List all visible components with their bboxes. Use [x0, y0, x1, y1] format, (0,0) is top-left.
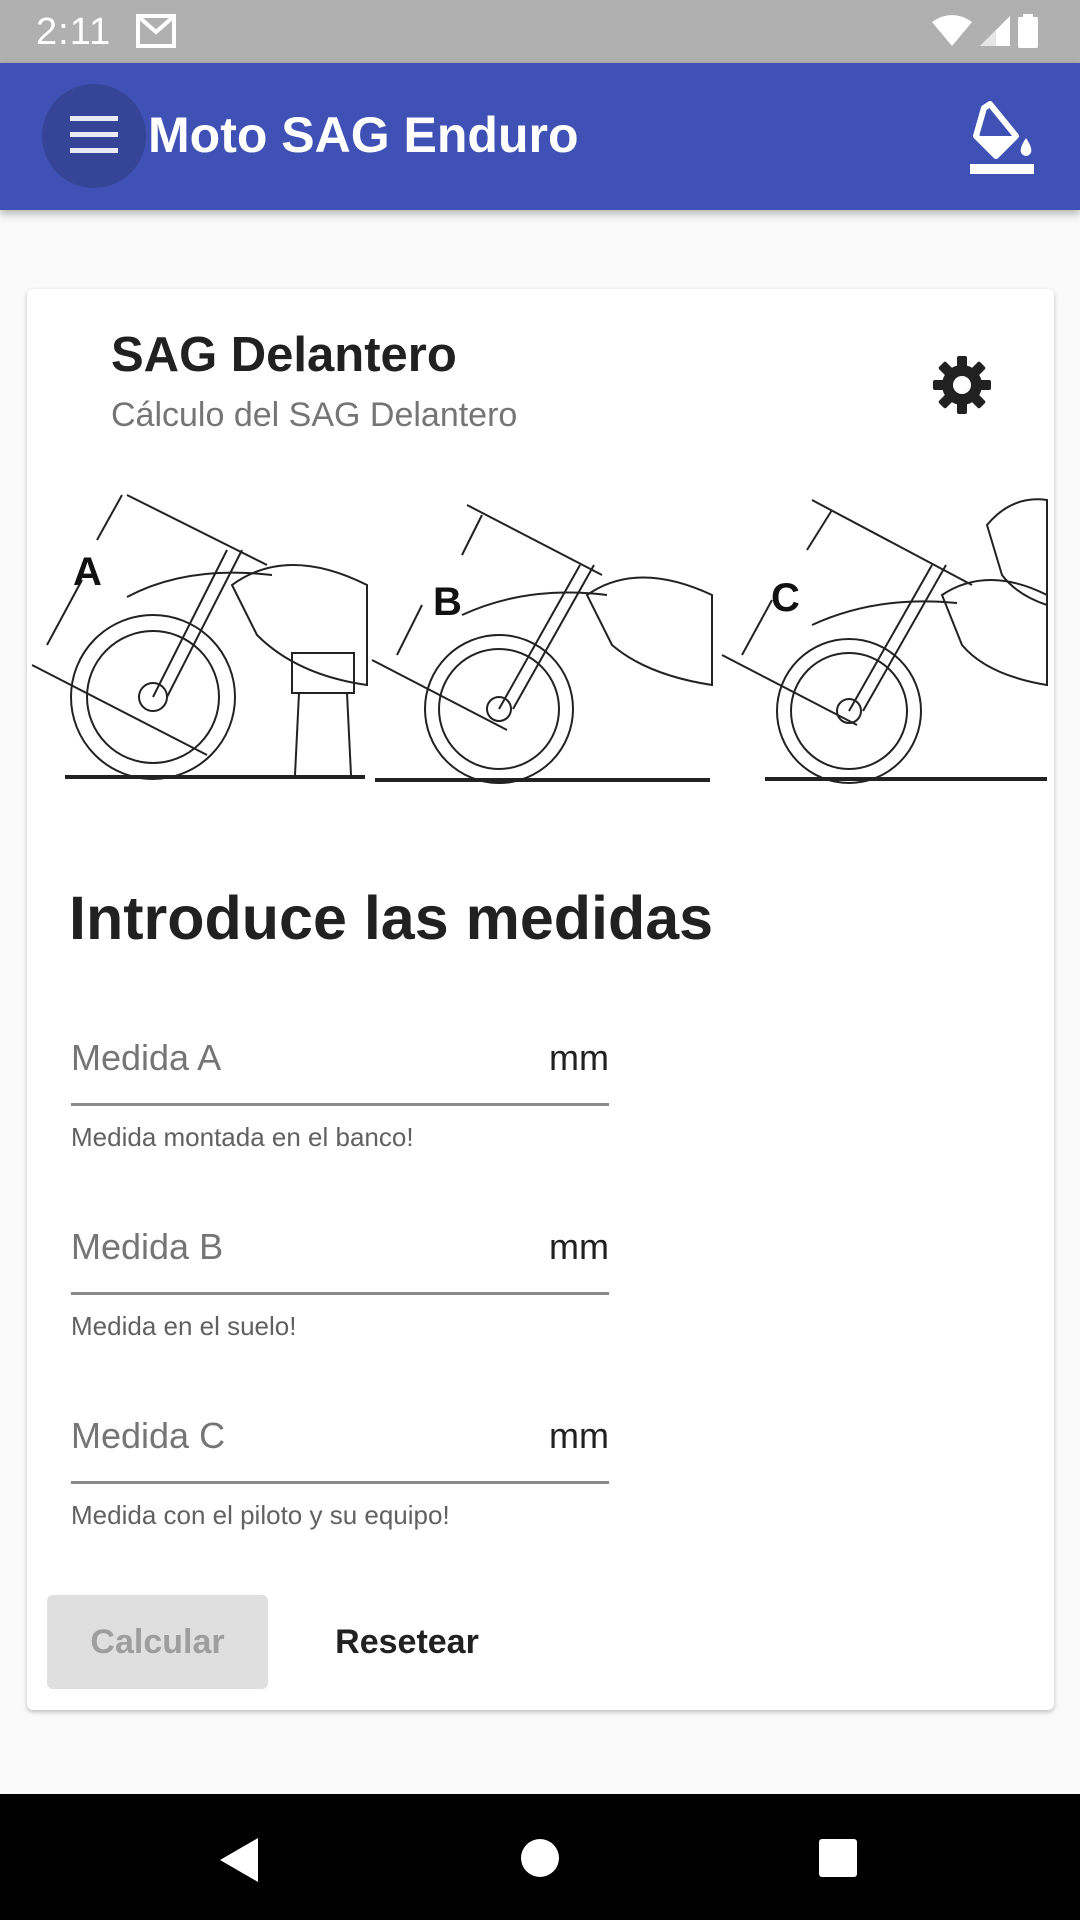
measure-c-underline	[71, 1481, 609, 1484]
measure-c-helper: Medida con el piloto y su equipo!	[71, 1500, 450, 1530]
measure-b-field[interactable]: mm	[71, 1219, 609, 1295]
hamburger-menu-icon	[70, 116, 118, 153]
app-bar: Moto SAG Enduro	[0, 63, 1080, 210]
measure-a-underline	[71, 1103, 609, 1106]
app-title: Moto SAG Enduro	[148, 107, 579, 163]
measure-c-field[interactable]: mm	[71, 1408, 609, 1484]
status-time: 2:11	[36, 11, 112, 53]
card-subtitle: Cálculo del SAG Delantero	[111, 396, 518, 434]
bike-label-c: C	[771, 576, 800, 620]
wifi-icon	[932, 15, 973, 46]
status-icons	[931, 14, 1040, 53]
bike-label-b: B	[433, 580, 462, 624]
card-title: SAG Delantero	[111, 328, 457, 382]
measurement-illustrations: A B C	[27, 485, 1050, 825]
bike-illustration-a	[31, 494, 368, 780]
measure-c-input[interactable]	[71, 1408, 511, 1464]
settings-button[interactable]	[927, 350, 997, 420]
measure-b-unit: mm	[549, 1226, 609, 1267]
measure-b-helper: Medida en el suelo!	[71, 1311, 297, 1341]
measure-b-underline	[71, 1292, 609, 1295]
home-icon[interactable]	[520, 1838, 560, 1878]
bike-illustration-c	[721, 498, 1048, 784]
measure-b-input[interactable]	[71, 1219, 511, 1275]
battery-icon	[1018, 14, 1038, 48]
measure-a-input[interactable]	[71, 1030, 511, 1086]
status-bar: 2:11	[0, 0, 1080, 63]
gmail-icon	[136, 14, 176, 48]
paint-bucket-icon	[970, 101, 1034, 174]
measure-a-unit: mm	[549, 1037, 609, 1078]
bike-label-a: A	[73, 550, 102, 594]
navigation-bar	[0, 1794, 1080, 1920]
signal-icon	[979, 16, 1010, 46]
theme-button[interactable]	[962, 100, 1042, 180]
measure-c-unit: mm	[549, 1415, 609, 1456]
calculate-button[interactable]: Calcular	[47, 1595, 268, 1689]
back-icon[interactable]	[218, 1836, 260, 1884]
reset-button[interactable]: Resetear	[307, 1595, 507, 1689]
measure-a-helper: Medida montada en el banco!	[71, 1122, 414, 1152]
gear-icon	[933, 356, 991, 414]
section-title: Introduce las medidas	[69, 884, 714, 952]
menu-button[interactable]	[42, 84, 146, 188]
measure-a-field[interactable]: mm	[71, 1030, 609, 1106]
sag-card: SAG Delantero Cálculo del SAG Delantero	[27, 289, 1054, 1710]
recents-icon[interactable]	[818, 1838, 858, 1878]
bike-illustration-b	[371, 504, 713, 784]
